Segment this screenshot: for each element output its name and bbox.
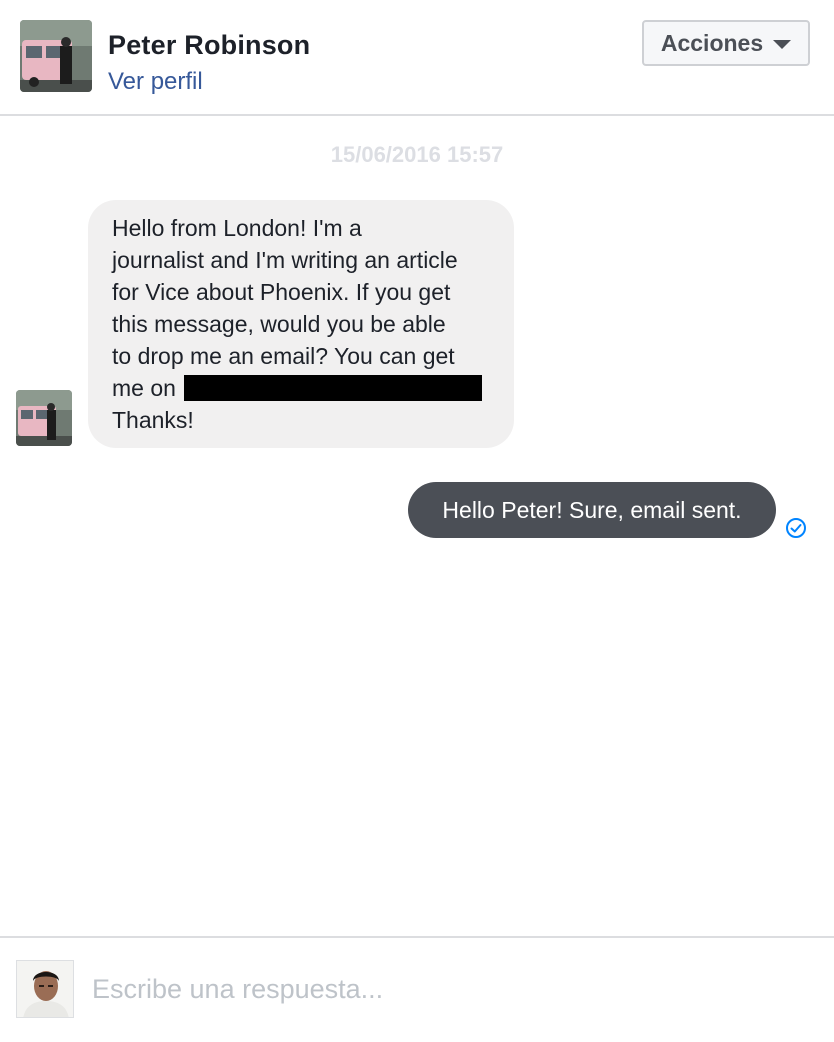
message-line: Thanks! <box>112 407 194 433</box>
message-line: this message, would you be able <box>112 311 446 337</box>
check-circle-icon <box>786 518 806 538</box>
actions-dropdown-button[interactable]: Acciones <box>642 20 810 66</box>
message-timestamp: 15/06/2016 15:57 <box>330 142 504 167</box>
redacted-email-block <box>184 375 483 401</box>
outgoing-message-bubble[interactable]: Hello Peter! Sure, email sent. <box>408 482 776 538</box>
message-line: for Vice about Phoenix. If you get <box>112 279 451 305</box>
contact-name[interactable]: Peter Robinson <box>108 30 310 61</box>
message-line: to drop me an email? You can get <box>112 343 455 369</box>
message-line: journalist and I'm writing an article <box>112 247 458 273</box>
contact-avatar[interactable] <box>20 20 92 92</box>
reply-composer <box>0 936 834 1042</box>
conversation-header: Peter Robinson Ver perfil Acciones <box>0 0 834 116</box>
message-line-with-redaction: me on <box>112 372 490 404</box>
caret-down-icon <box>773 40 792 49</box>
actions-label: Acciones <box>660 29 764 56</box>
message-line: me on <box>112 375 176 401</box>
incoming-message-bubble[interactable]: Hello from London! I'm a journalist and … <box>88 200 514 448</box>
sender-avatar[interactable] <box>16 390 72 446</box>
reply-input[interactable] <box>92 966 812 1012</box>
view-profile-link[interactable]: Ver perfil <box>108 68 203 96</box>
message-line: Hello from London! I'm a <box>112 215 362 241</box>
user-avatar <box>16 960 74 1018</box>
